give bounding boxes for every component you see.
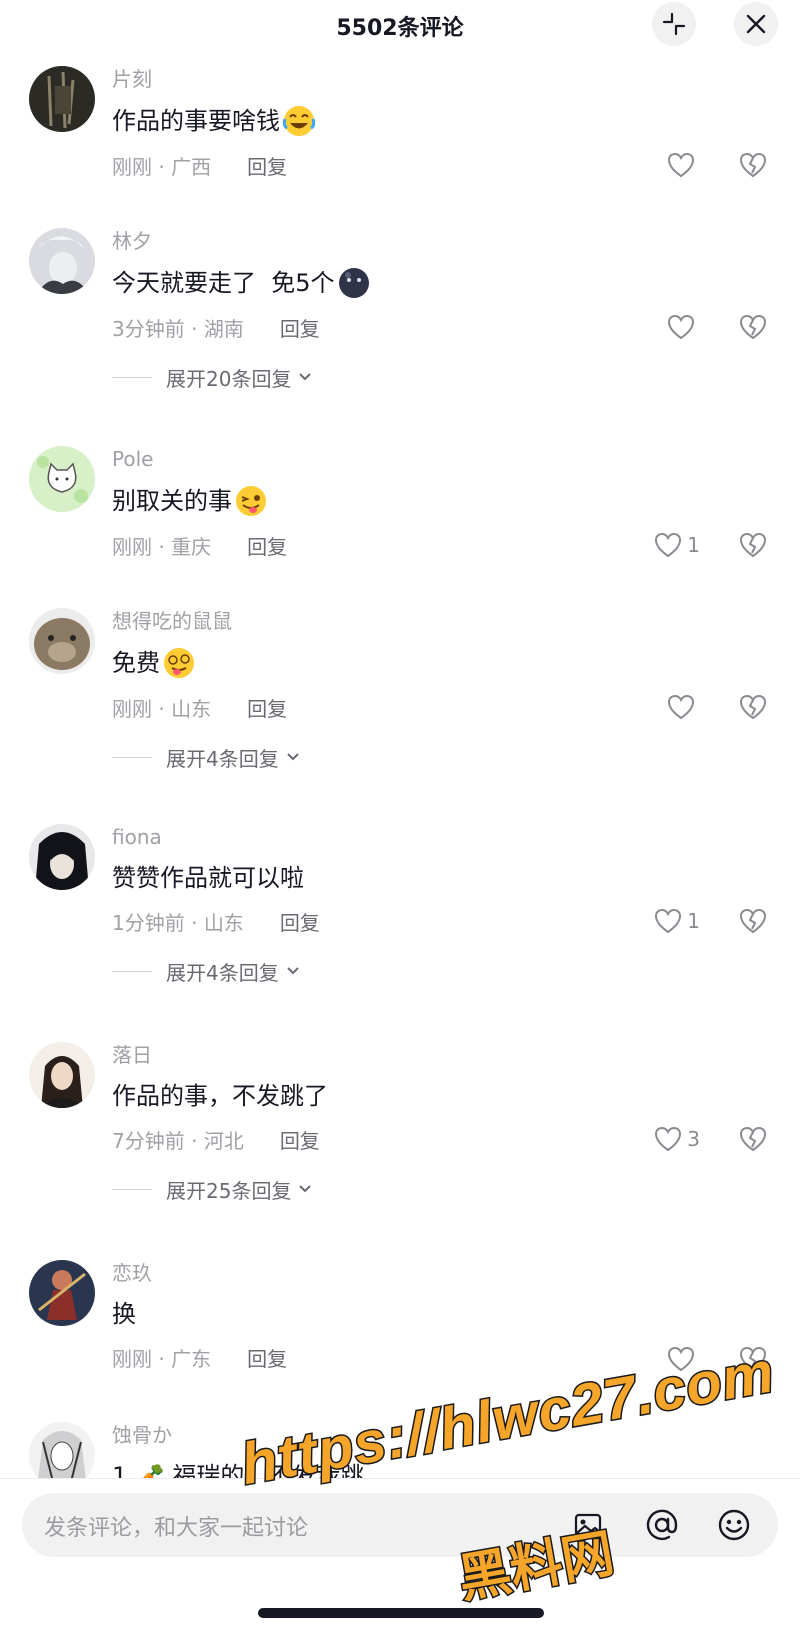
expand-replies-button[interactable]: 展开4条回复 [112, 742, 301, 772]
avatar[interactable] [29, 1260, 95, 1326]
chevron-down-icon [299, 373, 312, 381]
comment-text: 今天就要走了 免5个 [112, 266, 672, 300]
comment-text: 赞赞作品就可以啦 [112, 864, 304, 892]
broken-heart-icon [739, 908, 767, 934]
emoji-icon [718, 1509, 750, 1541]
divider [112, 376, 152, 378]
reply-button[interactable]: 回复 [247, 155, 287, 179]
like-button[interactable]: 1 [653, 906, 700, 936]
comment-text: 免费 [112, 646, 672, 680]
username[interactable]: fiona [112, 824, 672, 850]
crying-laughing-emoji [282, 106, 316, 136]
reply-button[interactable]: 回复 [247, 535, 287, 559]
round-face-emoji [338, 268, 369, 298]
divider [112, 756, 152, 758]
broken-heart-icon [739, 152, 767, 178]
reply-button[interactable]: 回复 [280, 317, 320, 341]
dizzy-tongue-emoji [164, 648, 194, 678]
username[interactable]: Pole [112, 446, 672, 472]
broken-heart-icon [739, 314, 767, 340]
reply-button[interactable]: 回复 [280, 911, 320, 935]
comment-meta: 1分钟前 · 山东 回复 [112, 911, 320, 935]
heart-icon [655, 532, 682, 558]
like-count: 1 [687, 909, 700, 933]
dislike-button[interactable] [738, 1124, 770, 1154]
dislike-button[interactable] [738, 692, 770, 722]
divider [112, 1188, 152, 1190]
comment-input-placeholder: 发条评论，和大家一起讨论 [44, 1516, 309, 1541]
like-count: 1 [687, 533, 700, 557]
comment-text: 作品的事，不发跳了 [112, 1082, 328, 1110]
comment-meta: 刚刚 · 广西 回复 [112, 155, 288, 179]
comment-input[interactable]: 发条评论，和大家一起讨论 [22, 1493, 778, 1557]
heart-icon [667, 694, 695, 720]
heart-icon [655, 908, 682, 934]
username[interactable]: 想得吃的鼠鼠 [112, 608, 672, 634]
home-indicator[interactable] [258, 1608, 544, 1618]
avatar[interactable] [29, 1422, 95, 1478]
username[interactable]: 林夕 [112, 228, 672, 254]
avatar[interactable] [29, 66, 95, 132]
like-button[interactable]: 3 [653, 1124, 700, 1154]
reply-button[interactable]: 回复 [247, 1347, 287, 1371]
comment-text: 作品的事要啥钱 [112, 104, 672, 138]
close-button[interactable] [734, 2, 778, 46]
heart-icon [667, 152, 695, 178]
comments-header: 5502条评论 [0, 0, 800, 46]
divider [0, 1478, 800, 1479]
username[interactable]: 落日 [112, 1042, 672, 1068]
collapse-arrows-icon [662, 12, 686, 36]
reply-button[interactable]: 回复 [280, 1129, 320, 1153]
heart-icon [667, 314, 695, 340]
close-icon [746, 14, 766, 34]
like-button[interactable] [666, 150, 700, 180]
collapse-button[interactable] [652, 2, 696, 46]
username[interactable]: 恋玖 [112, 1260, 672, 1286]
reply-button[interactable]: 回复 [247, 697, 287, 721]
dislike-button[interactable] [738, 150, 770, 180]
like-button[interactable] [666, 312, 700, 342]
dislike-button[interactable] [738, 906, 770, 936]
like-count: 3 [687, 1127, 700, 1151]
chevron-down-icon [299, 1185, 312, 1193]
avatar[interactable] [29, 1042, 95, 1108]
comment-meta: 刚刚 · 山东 回复 [112, 697, 288, 721]
comment-meta: 刚刚 · 重庆 回复 [112, 535, 288, 559]
comment-meta: 7分钟前 · 河北 回复 [112, 1129, 320, 1153]
broken-heart-icon [739, 532, 767, 558]
at-button[interactable] [644, 1507, 680, 1543]
expand-replies-button[interactable]: 展开25条回复 [112, 1174, 313, 1204]
at-icon [646, 1509, 678, 1541]
like-button[interactable] [666, 692, 700, 722]
broken-heart-icon [739, 694, 767, 720]
dislike-button[interactable] [738, 530, 770, 560]
chevron-down-icon [287, 967, 299, 975]
expand-replies-button[interactable]: 展开4条回复 [112, 956, 301, 986]
username[interactable]: 片刻 [112, 66, 672, 92]
emoji-button[interactable] [716, 1507, 752, 1543]
chevron-down-icon [287, 753, 299, 761]
avatar[interactable] [29, 228, 95, 294]
divider [112, 970, 152, 972]
broken-heart-icon [739, 1126, 767, 1152]
avatar[interactable] [29, 824, 95, 890]
wink-tongue-emoji [236, 486, 266, 516]
comment-meta: 3分钟前 · 湖南 回复 [112, 317, 320, 341]
heart-icon [655, 1126, 682, 1152]
comment-text: 换 [112, 1300, 136, 1328]
like-button[interactable]: 1 [653, 530, 700, 560]
avatar[interactable] [29, 608, 95, 674]
comment-text: 别取关的事 [112, 484, 672, 518]
avatar[interactable] [29, 446, 95, 512]
dislike-button[interactable] [738, 312, 770, 342]
expand-replies-button[interactable]: 展开20条回复 [112, 362, 313, 392]
